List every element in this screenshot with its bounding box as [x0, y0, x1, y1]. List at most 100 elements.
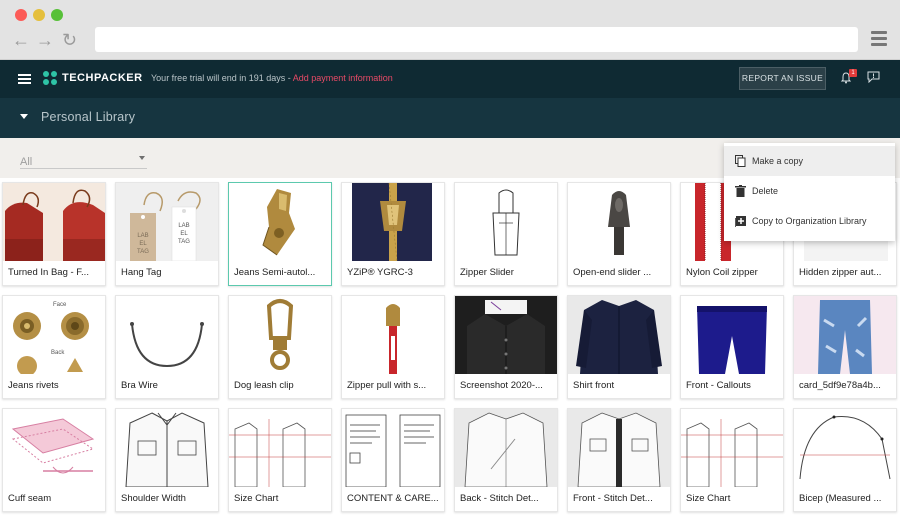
card-thumbnail: [229, 296, 331, 374]
make-copy-menu-item[interactable]: Make a copy: [724, 146, 895, 176]
library-bar: Personal Library: [0, 98, 900, 138]
copy-to-org-label: Copy to Organization Library: [752, 216, 867, 226]
card-thumbnail: [455, 183, 557, 261]
library-card[interactable]: Size Chart: [680, 408, 784, 512]
make-copy-label: Make a copy: [752, 156, 804, 166]
library-card[interactable]: Bra Wire: [115, 295, 219, 399]
card-thumbnail: [229, 409, 331, 487]
browser-menu-icon[interactable]: [871, 31, 887, 49]
card-label: Nylon Coil zipper: [681, 261, 783, 285]
svg-text:EL: EL: [180, 231, 188, 237]
close-window-button[interactable]: [15, 9, 27, 21]
card-label: YZiP® YGRC-3: [342, 261, 444, 285]
library-card[interactable]: Dog leash clip: [228, 295, 332, 399]
card-thumbnail: [455, 296, 557, 374]
notification-badge: 1: [849, 69, 857, 77]
report-issue-button[interactable]: REPORT AN ISSUE: [739, 67, 826, 90]
card-label: Size Chart: [681, 487, 783, 511]
card-label: Zipper Slider: [455, 261, 557, 285]
library-card[interactable]: LAB EL TAG LAB EL TAG Hang Tag: [115, 182, 219, 286]
reload-icon[interactable]: ↻: [62, 30, 77, 50]
card-label: Shirt front: [568, 374, 670, 398]
copy-to-org-menu-item[interactable]: Copy to Organization Library: [724, 206, 895, 236]
filter-value: All: [20, 156, 33, 168]
library-caret-icon[interactable]: [20, 114, 28, 119]
card-label: Size Chart: [229, 487, 331, 511]
card-thumbnail: [116, 409, 218, 487]
card-thumbnail: [342, 296, 444, 374]
card-label: Shoulder Width: [116, 487, 218, 511]
chevron-down-icon: [139, 156, 145, 160]
library-card[interactable]: Size Chart: [228, 408, 332, 512]
delete-menu-item[interactable]: Delete: [724, 176, 895, 206]
feedback-icon[interactable]: [867, 71, 880, 83]
card-thumbnail: [568, 183, 670, 261]
card-thumbnail: [794, 296, 896, 374]
card-label: Jeans rivets: [3, 374, 105, 398]
maximize-window-button[interactable]: [51, 9, 63, 21]
techpacker-logo-icon[interactable]: [43, 71, 57, 85]
svg-text:TAG: TAG: [137, 249, 149, 255]
card-thumbnail: [3, 409, 105, 487]
svg-text:LAB: LAB: [178, 223, 189, 229]
library-card[interactable]: Back - Stitch Det...: [454, 408, 558, 512]
card-label: Screenshot 2020-...: [455, 374, 557, 398]
library-card[interactable]: Screenshot 2020-...: [454, 295, 558, 399]
card-thumbnail: [342, 183, 444, 261]
card-label: Bra Wire: [116, 374, 218, 398]
card-thumbnail: [681, 296, 783, 374]
library-card-selected[interactable]: Jeans Semi-autol...: [228, 182, 332, 286]
card-label: Back - Stitch Det...: [455, 487, 557, 511]
library-card[interactable]: Cuff seam: [2, 408, 106, 512]
card-label: Cuff seam: [3, 487, 105, 511]
card-label: Bicep (Measured ...: [794, 487, 896, 511]
svg-text:TAG: TAG: [178, 239, 190, 245]
library-card[interactable]: Open-end slider ...: [567, 182, 671, 286]
card-label: Hang Tag: [116, 261, 218, 285]
card-thumbnail: [568, 409, 670, 487]
library-card[interactable]: CONTENT & CARE...: [341, 408, 445, 512]
svg-text:EL: EL: [139, 241, 147, 247]
forward-arrow-icon[interactable]: →: [36, 30, 54, 50]
card-thumbnail: [116, 296, 218, 374]
library-card[interactable]: Zipper Slider: [454, 182, 558, 286]
library-card[interactable]: Bicep (Measured ...: [793, 408, 897, 512]
library-card[interactable]: Turned In Bag - F...: [2, 182, 106, 286]
minimize-window-button[interactable]: [33, 9, 45, 21]
delete-label: Delete: [752, 186, 779, 196]
library-card[interactable]: Face Back Jeans rivets: [2, 295, 106, 399]
browser-chrome: ← → ↻: [0, 0, 900, 60]
library-card[interactable]: Zipper pull with s...: [341, 295, 445, 399]
library-card[interactable]: YZiP® YGRC-3: [341, 182, 445, 286]
brand-name[interactable]: TECHPACKER: [62, 72, 143, 84]
address-bar[interactable]: [95, 27, 858, 52]
card-label: Front - Stitch Det...: [568, 487, 670, 511]
library-card[interactable]: Shoulder Width: [115, 408, 219, 512]
card-label: Turned In Bag - F...: [3, 261, 105, 285]
card-label: Dog leash clip: [229, 374, 331, 398]
trash-icon: [735, 185, 746, 197]
menu-icon[interactable]: [18, 74, 31, 86]
face-label: Face: [53, 302, 67, 308]
library-card[interactable]: card_5df9e78a4b...: [793, 295, 897, 399]
card-label: Zipper pull with s...: [342, 374, 444, 398]
card-label: Open-end slider ...: [568, 261, 670, 285]
add-payment-link[interactable]: Add payment information: [293, 73, 393, 83]
library-title[interactable]: Personal Library: [41, 110, 135, 124]
back-arrow-icon[interactable]: ←: [12, 30, 30, 50]
card-label: Jeans Semi-autol...: [229, 261, 331, 285]
card-label: CONTENT & CARE...: [342, 487, 444, 511]
library-card[interactable]: Front - Callouts: [680, 295, 784, 399]
trial-text: Your free trial will end in 191 days -: [151, 73, 293, 83]
copy-icon: [735, 155, 746, 167]
back-label: Back: [51, 350, 65, 356]
trial-notice: Your free trial will end in 191 days - A…: [151, 73, 393, 83]
library-card[interactable]: Shirt front: [567, 295, 671, 399]
card-thumbnail: [681, 409, 783, 487]
library-card[interactable]: Front - Stitch Det...: [567, 408, 671, 512]
filter-dropdown[interactable]: All: [20, 152, 147, 169]
app-header: TECHPACKER Your free trial will end in 1…: [0, 60, 900, 98]
card-label: Hidden zipper aut...: [794, 261, 896, 285]
card-thumbnail: [229, 183, 331, 261]
svg-text:LAB: LAB: [137, 233, 148, 239]
